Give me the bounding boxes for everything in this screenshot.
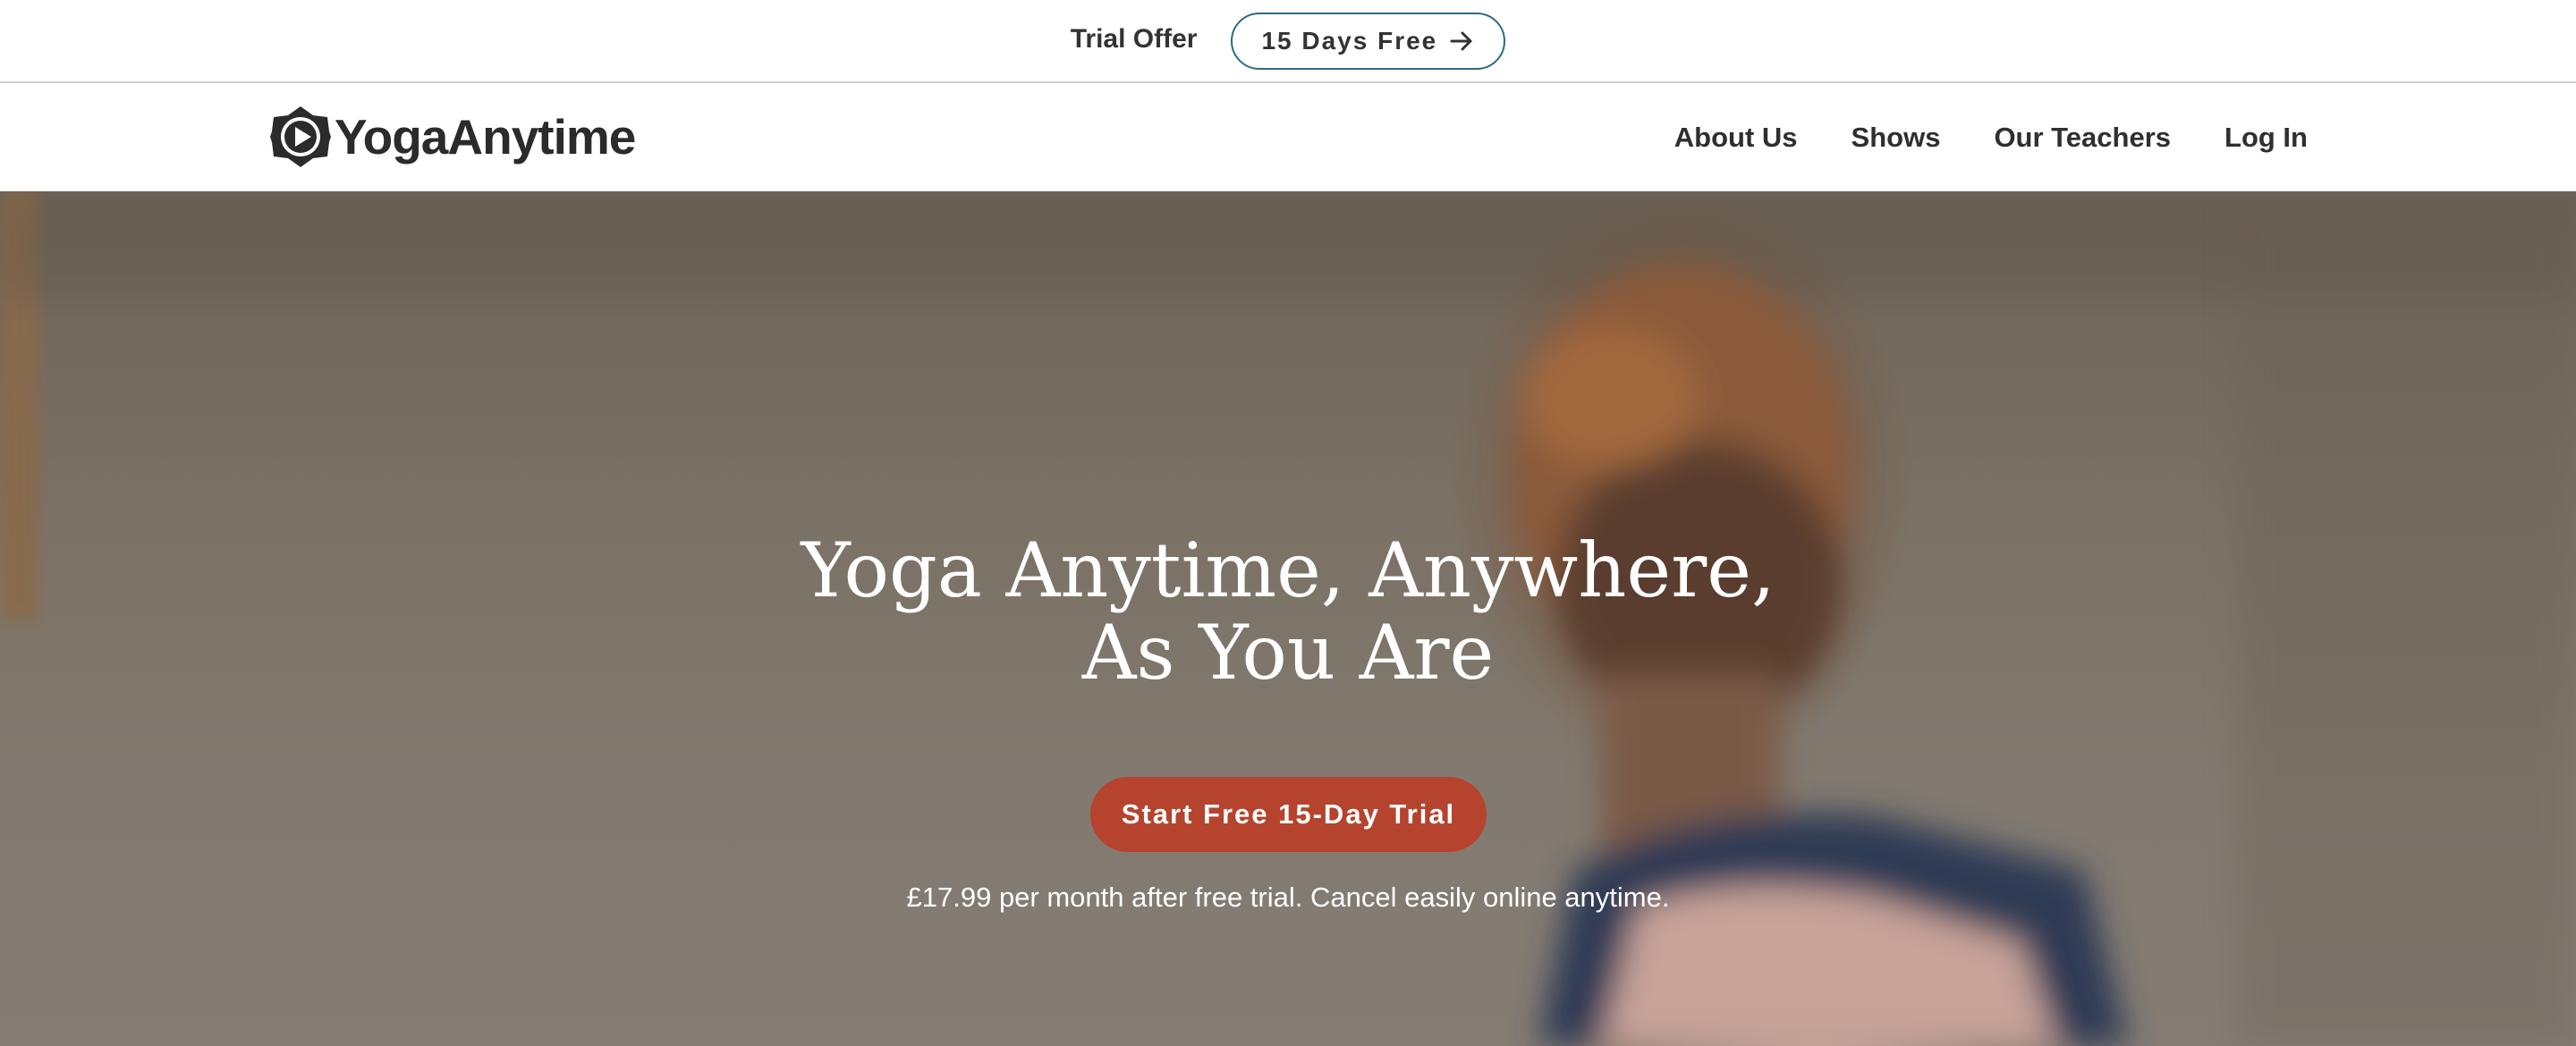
main-nav: About Us Shows Our Teachers Log In [1621,83,2308,191]
site-header: YogaAnytime About Us Shows Our Teachers … [0,83,2576,191]
promo-button-label: 15 Days Free [1261,26,1438,55]
hero-title-line-2: As You Are [1081,609,1495,696]
hero-title-line-1: Yoga Anytime, Anywhere, [801,527,1775,614]
nav-our-teachers[interactable]: Our Teachers [1994,122,2171,154]
nav-shows[interactable]: Shows [1852,122,1941,154]
hero-title: Yoga Anytime, Anywhere, As You Are [572,529,2004,694]
hero-section: Yoga Anytime, Anywhere, As You Are Start… [0,191,2576,1046]
arrow-right-icon [1450,31,1472,50]
promo-bar: Trial Offer 15 Days Free [0,0,2576,83]
nav-about-us[interactable]: About Us [1674,122,1798,154]
price-note: £17.99 per month after free trial. Cance… [906,882,1670,913]
promo-text: Trial Offer [1070,23,1198,54]
start-free-trial-button[interactable]: Start Free 15-Day Trial [1090,777,1487,852]
nav-log-in[interactable]: Log In [2224,122,2308,154]
hero-content: Yoga Anytime, Anywhere, As You Are Start… [0,191,2576,1046]
free-trial-promo-button[interactable]: 15 Days Free [1231,12,1506,70]
logo[interactable]: YogaAnytime [268,105,636,169]
play-lotus-icon [270,106,331,167]
logo-text: YogaAnytime [335,109,636,164]
